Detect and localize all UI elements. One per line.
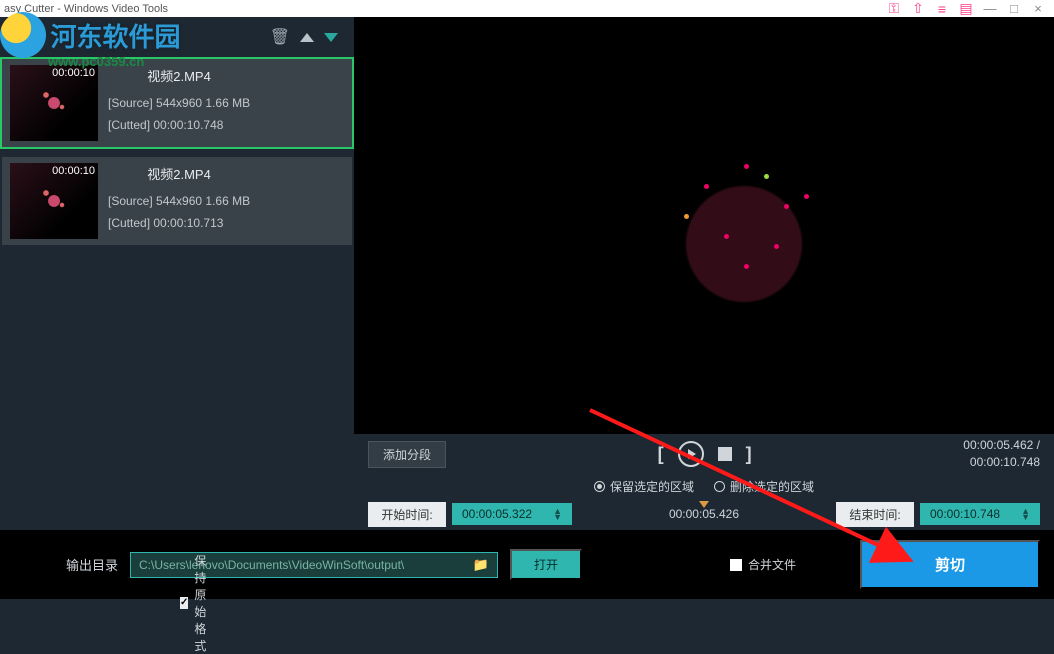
move-up-icon[interactable] <box>300 33 314 42</box>
keep-region-radio[interactable]: 保留选定的区域 <box>594 478 694 495</box>
clip-filename: 视频2.MP4 <box>108 65 250 90</box>
upload-icon[interactable]: ⇧ <box>906 0 930 17</box>
key-icon[interactable]: ⚿ <box>882 0 906 17</box>
folder-icon[interactable]: 📁 <box>473 557 489 573</box>
clip-list-panel: 🗑 00:00:10 视频2.MP4 [Source] 544x960 1.66… <box>0 17 354 530</box>
start-time-input[interactable]: 00:00:05.322▲▼ <box>452 503 572 525</box>
clip-filename: 视频2.MP4 <box>108 163 250 188</box>
output-dir-label: 输出目录 <box>66 555 118 574</box>
cut-button[interactable]: 剪切 <box>860 540 1040 589</box>
end-time-input[interactable]: 00:00:10.748▲▼ <box>920 503 1040 525</box>
app-title: asy Cutter - Windows Video Tools <box>4 3 168 15</box>
end-time-label: 结束时间: <box>836 502 914 527</box>
clip-thumbnail: 00:00:10 <box>10 163 98 239</box>
clip-duration: 00:00:10 <box>52 67 95 79</box>
maximize-button[interactable]: □ <box>1002 1 1026 16</box>
keep-format-checkbox[interactable]: ✓保持原始格式 <box>180 552 210 654</box>
clip-cutted-info: [Cutted] 00:00:10.748 <box>108 114 250 137</box>
list-icon[interactable]: ▤ <box>954 0 978 17</box>
bottom-bar: ✓保持原始格式 输出目录 C:\Users\lenovo\Documents\V… <box>0 530 1054 599</box>
mark-in-button[interactable]: [ <box>658 444 664 465</box>
titlebar: asy Cutter - Windows Video Tools ⚿ ⇧ ≡ ▤… <box>0 0 1054 17</box>
cursor-time: 00:00:05.426 <box>578 507 830 521</box>
clip-source-info: [Source] 544x960 1.66 MB <box>108 190 250 213</box>
clip-item[interactable]: 00:00:10 视频2.MP4 [Source] 544x960 1.66 M… <box>2 59 352 147</box>
trash-icon[interactable]: 🗑 <box>270 27 290 47</box>
mark-out-button[interactable]: ] <box>746 444 752 465</box>
clip-duration: 00:00:10 <box>52 165 95 177</box>
minimize-button[interactable]: — <box>978 1 1002 16</box>
close-button[interactable]: × <box>1026 1 1050 16</box>
clip-source-info: [Source] 544x960 1.66 MB <box>108 92 250 115</box>
play-button[interactable] <box>678 441 704 467</box>
menu-icon[interactable]: ≡ <box>930 1 954 17</box>
stop-button[interactable] <box>718 447 732 461</box>
add-segment-button[interactable]: 添加分段 <box>368 441 446 468</box>
start-time-label: 开始时间: <box>368 502 446 527</box>
open-button[interactable]: 打开 <box>510 549 582 580</box>
clip-item[interactable]: 00:00:10 视频2.MP4 [Source] 544x960 1.66 M… <box>2 157 352 245</box>
delete-region-radio[interactable]: 删除选定的区域 <box>714 478 814 495</box>
clip-cutted-info: [Cutted] 00:00:10.713 <box>108 212 250 235</box>
clip-thumbnail: 00:00:10 <box>10 65 98 141</box>
move-down-icon[interactable] <box>324 33 338 42</box>
time-display: 00:00:05.462 / 00:00:10.748 <box>963 437 1040 471</box>
merge-files-checkbox[interactable]: 合并文件 <box>730 556 796 573</box>
